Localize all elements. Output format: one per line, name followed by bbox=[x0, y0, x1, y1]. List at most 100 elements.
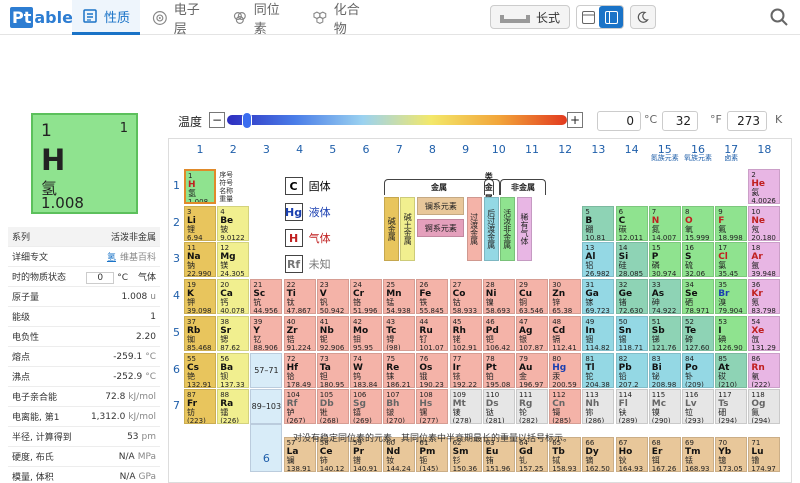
element-cell[interactable]: 50 Sn 锡 118.71 bbox=[615, 315, 648, 351]
lanthanide-placeholder[interactable]: 57–71 bbox=[250, 352, 283, 388]
element-cell[interactable]: 35 Br 溴 79.904 bbox=[715, 279, 748, 315]
element-cell[interactable]: 66 Dy 镝 162.50 bbox=[582, 436, 615, 472]
fahrenheit-input[interactable]: 32 bbox=[662, 111, 698, 131]
element-cell[interactable]: 45 Rh 铑 102.91 bbox=[449, 315, 482, 351]
element-cell[interactable]: 67 Ho 钬 164.93 bbox=[615, 436, 648, 472]
element-cell[interactable]: 39 Y 钇 88.906 bbox=[250, 315, 283, 351]
element-cell[interactable]: 78 Pt 铂 195.08 bbox=[482, 352, 515, 388]
element-cell[interactable]: 70 Yb 镱 173.05 bbox=[715, 436, 748, 472]
element-cell[interactable]: 17 Cl 氯 35.45 bbox=[715, 242, 748, 278]
element-cell[interactable]: 104 Rf 𬬻 (267) bbox=[283, 389, 316, 425]
element-cell[interactable]: 109 Mt 鿏 (278) bbox=[449, 389, 482, 425]
tab-isotopes[interactable]: 同位素 bbox=[222, 0, 302, 37]
category-alkali[interactable]: 碱金属 bbox=[384, 197, 400, 262]
element-cell[interactable]: 27 Co 钴 58.933 bbox=[449, 279, 482, 315]
element-cell[interactable]: 108 Hs 𬭶 (277) bbox=[416, 389, 449, 425]
element-cell[interactable]: 88 Ra 镭 (226) bbox=[217, 389, 250, 425]
element-cell[interactable]: 46 Pd 钯 106.42 bbox=[482, 315, 515, 351]
element-cell[interactable]: 26 Fe 铁 55.845 bbox=[416, 279, 449, 315]
layout-long-button[interactable]: 长式 bbox=[490, 5, 570, 29]
element-cell[interactable]: 82 Pb 铅 207.2 bbox=[615, 352, 648, 388]
element-cell[interactable]: 25 Mn 锰 54.938 bbox=[383, 279, 416, 315]
element-cell[interactable]: 16 S 硫 32.06 bbox=[682, 242, 714, 278]
wiki-link[interactable]: 氢 bbox=[107, 253, 116, 263]
element-cell[interactable]: 4 Be 铍 9.0122 bbox=[217, 205, 250, 241]
element-cell[interactable]: 34 Se 硒 78.971 bbox=[682, 279, 714, 315]
category-nonmetal-header[interactable]: 非金属 bbox=[499, 179, 547, 195]
element-cell[interactable]: 116 Lv 𫟷 (293) bbox=[682, 389, 714, 425]
element-cell[interactable]: 13 Al 铝 26.982 bbox=[582, 242, 615, 278]
category-lanthanide[interactable]: 镧系元素 bbox=[417, 197, 465, 215]
element-cell[interactable]: 47 Ag 银 107.87 bbox=[516, 315, 548, 351]
element-cell[interactable]: 84 Po 钋 (209) bbox=[682, 352, 714, 388]
element-cell[interactable]: 41 Nb 铌 92.906 bbox=[316, 315, 349, 351]
tab-properties[interactable]: 性质 bbox=[72, 0, 140, 35]
element-cell[interactable]: 48 Cd 镉 112.41 bbox=[549, 315, 582, 351]
element-cell[interactable]: 83 Bi 铋 208.98 bbox=[648, 352, 681, 388]
element-cell[interactable]: 12 Mg 镁 24.305 bbox=[217, 242, 250, 278]
element-cell[interactable]: 53 I 碘 126.90 bbox=[715, 315, 748, 351]
element-cell[interactable]: 14 Si 硅 28.085 bbox=[615, 242, 648, 278]
element-cell[interactable]: 32 Ge 锗 72.630 bbox=[615, 279, 648, 315]
element-cell[interactable]: 33 As 砷 74.922 bbox=[648, 279, 681, 315]
element-cell[interactable]: 105 Db 𬭊 (268) bbox=[316, 389, 349, 425]
temperature-plus-button[interactable]: + bbox=[567, 112, 583, 128]
element-cell[interactable]: 6 C 碳 12.011 bbox=[615, 205, 648, 241]
element-cell[interactable]: 20 Ca 钙 40.078 bbox=[217, 279, 250, 315]
element-cell[interactable]: 42 Mo 钼 95.95 bbox=[350, 315, 382, 351]
element-cell[interactable]: 112 Cn 鿔 (285) bbox=[549, 389, 582, 425]
element-cell[interactable]: 111 Rg 𬬭 (282) bbox=[516, 389, 548, 425]
tab-electron-shells[interactable]: 电子层 bbox=[142, 0, 222, 37]
element-cell[interactable]: 24 Cr 铬 51.996 bbox=[350, 279, 382, 315]
category-post-transition[interactable]: 后过渡金属 bbox=[483, 197, 499, 262]
element-cell[interactable]: 21 Sc 钪 44.956 bbox=[250, 279, 283, 315]
element-cell[interactable]: 71 Lu 镥 174.97 bbox=[748, 436, 781, 472]
element-cell[interactable]: 15 P 磷 30.974 bbox=[648, 242, 681, 278]
element-cell[interactable]: 81 Tl 铊 204.38 bbox=[582, 352, 615, 388]
temperature-slider[interactable] bbox=[227, 115, 567, 125]
element-cell[interactable]: 85 At 砹 (210) bbox=[715, 352, 748, 388]
dark-mode-button[interactable] bbox=[630, 5, 656, 29]
tab-compounds[interactable]: 化合物 bbox=[302, 0, 382, 37]
category-metal-header[interactable]: 金属 bbox=[384, 179, 494, 195]
category-metalloid-header[interactable]: 类金属 bbox=[483, 172, 501, 203]
element-cell[interactable]: 52 Te 碲 127.60 bbox=[682, 315, 714, 351]
element-cell[interactable]: 76 Os 锇 190.23 bbox=[416, 352, 449, 388]
element-cell[interactable]: 56 Ba 钡 137.33 bbox=[217, 352, 250, 388]
element-cell[interactable]: 19 K 钾 39.098 bbox=[184, 279, 216, 315]
element-cell[interactable]: 68 Er 铒 167.26 bbox=[648, 436, 681, 472]
category-reactive-nonmetal[interactable]: 活泼非金属 bbox=[499, 197, 515, 262]
element-cell[interactable]: 54 Xe 氙 131.29 bbox=[748, 315, 781, 351]
element-cell[interactable]: 43 Tc 锝 (98) bbox=[383, 315, 416, 351]
ptable-logo[interactable]: Pt able bbox=[10, 6, 73, 28]
element-cell[interactable]: 40 Zr 锆 91.224 bbox=[283, 315, 316, 351]
element-cell[interactable]: 8 O 氧 15.999 bbox=[682, 205, 714, 241]
element-cell[interactable]: 110 Ds 𫟼 (281) bbox=[482, 389, 515, 425]
element-cell[interactable]: 117 Ts 鿬 (294) bbox=[715, 389, 748, 425]
element-cell[interactable]: 72 Hf 铪 178.49 bbox=[283, 352, 316, 388]
element-cell[interactable]: 80 Hg 汞 200.59 bbox=[549, 352, 582, 388]
element-cell[interactable]: 23 V 钒 50.942 bbox=[316, 279, 349, 315]
element-cell[interactable]: 49 In 铟 114.82 bbox=[582, 315, 615, 351]
actinide-placeholder[interactable]: 89–103 bbox=[250, 389, 283, 425]
state-temp-unit[interactable]: °C bbox=[117, 273, 128, 283]
temperature-minus-button[interactable]: − bbox=[209, 112, 225, 128]
element-cell[interactable]: 107 Bh 𬭛 (270) bbox=[383, 389, 416, 425]
selected-element-card[interactable]: 1 1 H 氢 1.008 bbox=[31, 113, 138, 214]
element-cell[interactable]: 28 Ni 镍 58.693 bbox=[482, 279, 515, 315]
element-cell[interactable]: 31 Ga 镓 69.723 bbox=[582, 279, 615, 315]
element-cell[interactable]: 75 Re 铼 186.21 bbox=[383, 352, 416, 388]
element-cell[interactable]: 44 Ru 钌 101.07 bbox=[416, 315, 449, 351]
view-grid-button[interactable] bbox=[577, 6, 599, 28]
element-cell[interactable]: 10 Ne 氖 20.180 bbox=[748, 205, 781, 241]
element-cell[interactable]: 9 F 氟 18.998 bbox=[715, 205, 748, 241]
category-noble[interactable]: 稀有气体 bbox=[517, 197, 532, 262]
element-cell[interactable]: 51 Sb 锑 121.76 bbox=[648, 315, 681, 351]
element-cell[interactable]: 29 Cu 铜 63.546 bbox=[516, 279, 548, 315]
element-cell[interactable]: 74 W 钨 183.84 bbox=[350, 352, 382, 388]
element-cell[interactable]: 30 Zn 锌 65.38 bbox=[549, 279, 582, 315]
temperature-slider-handle[interactable] bbox=[242, 112, 252, 129]
element-cell[interactable]: 77 Ir 铱 192.22 bbox=[449, 352, 482, 388]
element-cell[interactable]: 115 Mc 镆 (290) bbox=[648, 389, 681, 425]
kelvin-input[interactable]: 273 bbox=[727, 111, 767, 131]
